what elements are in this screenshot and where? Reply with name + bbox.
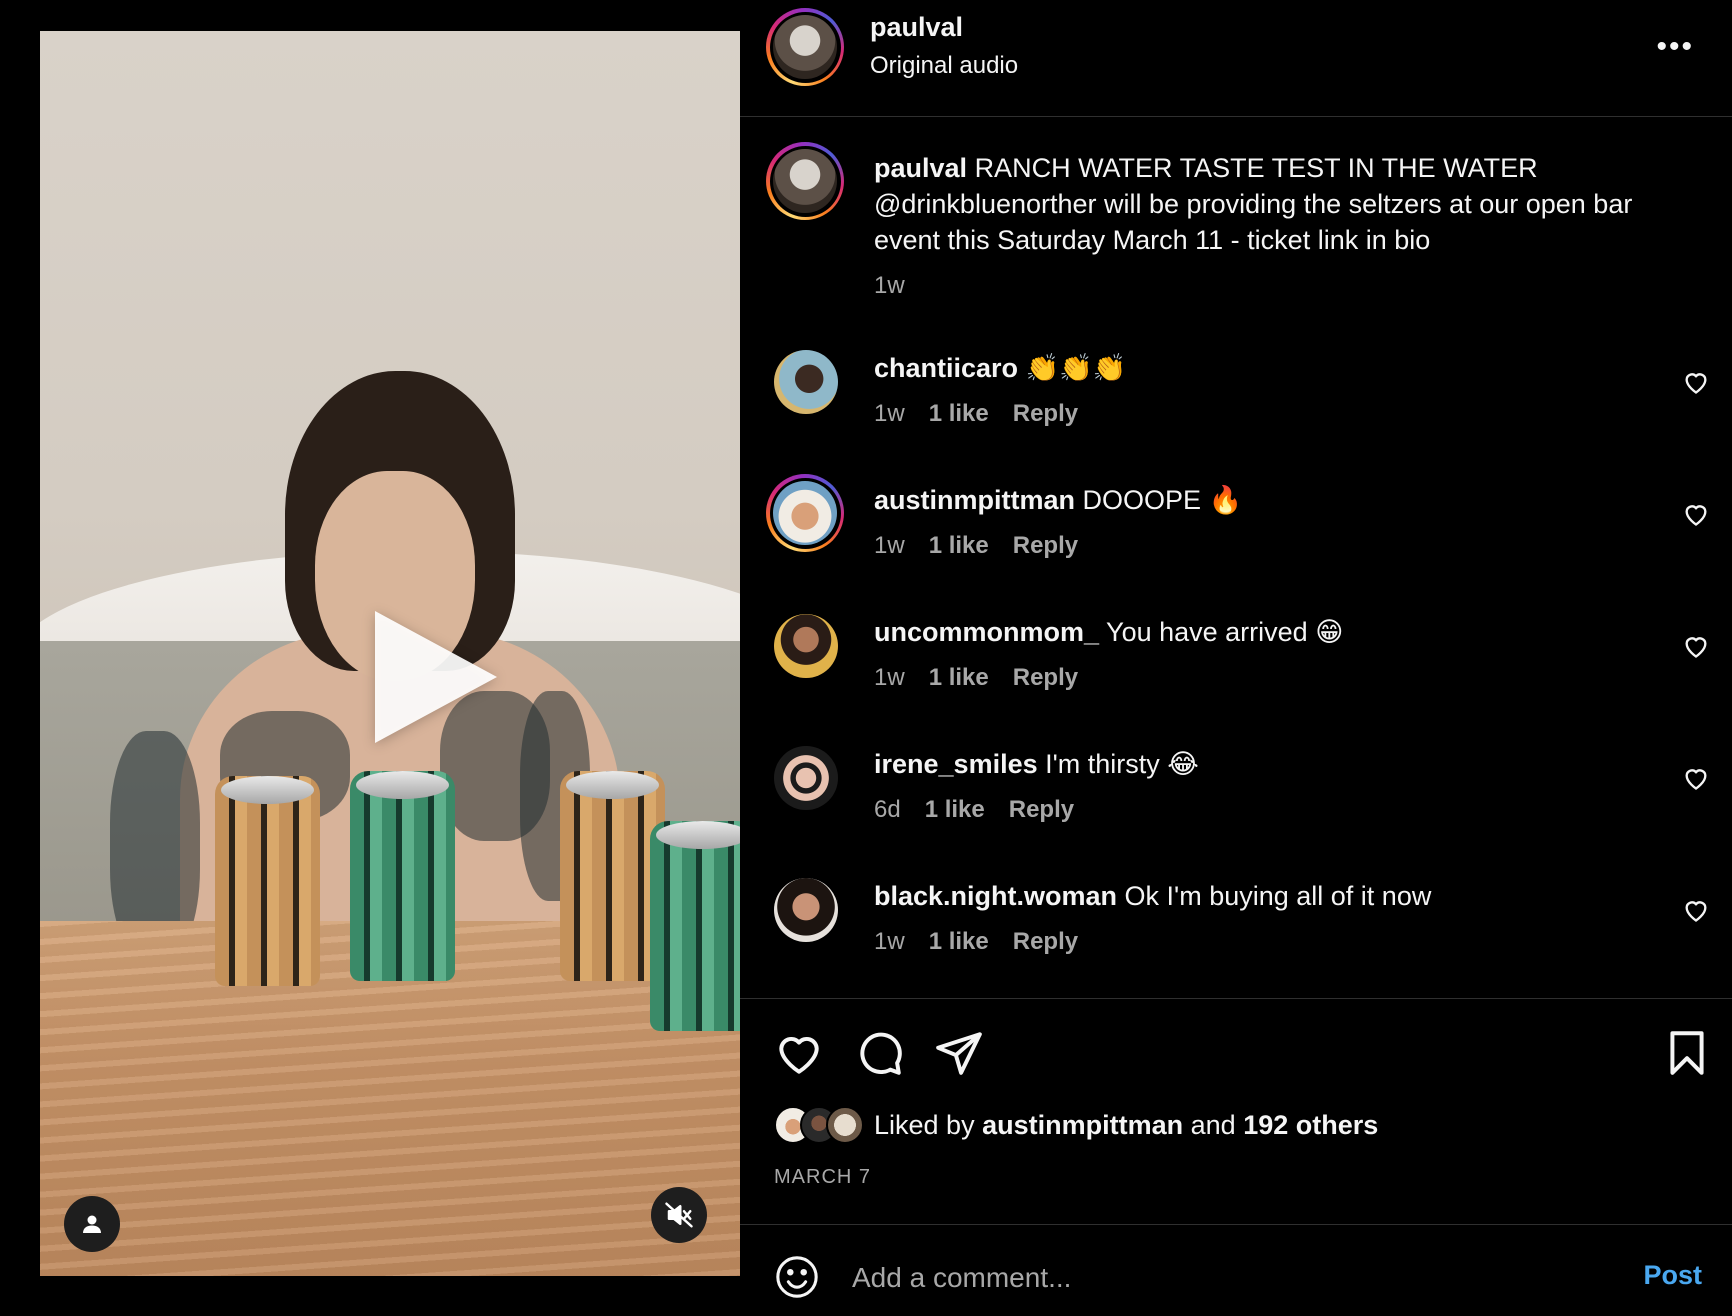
post-date[interactable]: MARCH 7	[774, 1166, 871, 1189]
divider	[740, 1224, 1732, 1225]
share-icon[interactable]	[934, 1028, 984, 1078]
comment-username[interactable]: austinmpittman	[874, 485, 1075, 515]
likes-summary[interactable]: Liked by austinmpittman and 192 others	[774, 1106, 1378, 1144]
beverage-can	[350, 771, 455, 981]
comment-icon[interactable]	[854, 1028, 904, 1078]
beverage-can	[215, 776, 320, 986]
commenter-avatar[interactable]	[774, 746, 838, 810]
comment-heart-icon[interactable]	[1682, 896, 1710, 924]
comment-likes[interactable]: 1 like	[925, 796, 985, 824]
caption-avatar-ring[interactable]	[766, 142, 844, 220]
beverage-can	[650, 821, 740, 1031]
comment-time[interactable]: 1w	[874, 532, 905, 560]
user-tag-icon[interactable]	[64, 1196, 120, 1252]
post-comment-button[interactable]: Post	[1643, 1260, 1702, 1291]
divider	[740, 998, 1732, 999]
liker-avatar	[826, 1106, 864, 1144]
comment-likes[interactable]: 1 like	[929, 928, 989, 956]
caption-text: RANCH WATER TASTE TEST IN THE WATER @dri…	[874, 153, 1633, 255]
reply-button[interactable]: Reply	[1013, 664, 1078, 692]
mute-icon[interactable]	[651, 1187, 707, 1243]
commenter-avatar-ring[interactable]	[766, 474, 844, 552]
reply-button[interactable]: Reply	[1009, 796, 1074, 824]
comment-likes[interactable]: 1 like	[929, 664, 989, 692]
audio-label[interactable]: Original audio	[870, 52, 1018, 80]
add-comment-input[interactable]	[852, 1256, 1552, 1300]
author-username[interactable]: paulval	[870, 12, 963, 43]
comment-username[interactable]: black.night.woman	[874, 881, 1117, 911]
likes-user[interactable]: austinmpittman	[982, 1110, 1183, 1140]
more-icon[interactable]: •••	[1656, 32, 1694, 62]
comment-item: uncommonmom_ You have arrived 😁 1w 1 lik…	[740, 614, 1732, 724]
comment-likes[interactable]: 1 like	[929, 400, 989, 428]
comment-time[interactable]: 1w	[874, 928, 905, 956]
comment-heart-icon[interactable]	[1682, 764, 1710, 792]
author-avatar	[773, 15, 837, 79]
reply-button[interactable]: Reply	[1013, 400, 1078, 428]
bookmark-icon[interactable]	[1662, 1028, 1712, 1078]
caption-avatar	[773, 149, 837, 213]
comment-heart-icon[interactable]	[1682, 632, 1710, 660]
comment-heart-icon[interactable]	[1682, 500, 1710, 528]
comment-time[interactable]: 1w	[874, 400, 905, 428]
caption-timestamp[interactable]: 1w	[874, 272, 905, 300]
heart-icon[interactable]	[774, 1028, 824, 1078]
post-detail-panel: paulval Original audio ••• paulval RANCH…	[740, 0, 1732, 1316]
likes-text: Liked by austinmpittman and 192 others	[874, 1110, 1378, 1141]
comment-text: 👏👏👏	[1025, 353, 1127, 383]
comment-heart-icon[interactable]	[1682, 368, 1710, 396]
comment-item: black.night.woman Ok I'm buying all of i…	[740, 878, 1732, 988]
comment-username[interactable]: irene_smiles	[874, 749, 1038, 779]
comment-likes[interactable]: 1 like	[929, 532, 989, 560]
post-video[interactable]	[40, 31, 740, 1276]
post-caption: paulval RANCH WATER TASTE TEST IN THE WA…	[874, 150, 1694, 258]
comment-text: I'm thirsty 😂	[1045, 749, 1199, 779]
likes-prefix: Liked by	[874, 1109, 975, 1140]
commenter-avatar[interactable]	[774, 614, 838, 678]
reply-button[interactable]: Reply	[1013, 928, 1078, 956]
divider	[740, 116, 1732, 117]
comment-username[interactable]: chantiicaro	[874, 353, 1018, 383]
comment-item: austinmpittman DOOOPE 🔥 1w 1 like Reply	[740, 474, 1732, 592]
comment-text: You have arrived 😁	[1106, 617, 1344, 647]
commenter-avatar[interactable]	[774, 878, 838, 942]
comment-time[interactable]: 6d	[874, 796, 901, 824]
play-icon[interactable]	[375, 611, 497, 743]
reply-button[interactable]: Reply	[1013, 532, 1078, 560]
comment-item: irene_smiles I'm thirsty 😂 6d 1 like Rep…	[740, 746, 1732, 856]
caption-username[interactable]: paulval	[874, 153, 967, 183]
commenter-avatar	[773, 481, 837, 545]
author-avatar-ring[interactable]	[766, 8, 844, 86]
comment-text: DOOOPE 🔥	[1082, 485, 1243, 515]
likes-middle: and	[1190, 1109, 1236, 1140]
commenter-avatar[interactable]	[774, 350, 838, 414]
comment-text: Ok I'm buying all of it now	[1124, 881, 1432, 911]
emoji-icon[interactable]	[774, 1254, 820, 1300]
comment-username[interactable]: uncommonmom_	[874, 617, 1099, 647]
comment-item: chantiicaro 👏👏👏 1w 1 like Reply	[740, 350, 1732, 460]
comment-time[interactable]: 1w	[874, 664, 905, 692]
likes-others[interactable]: 192 others	[1243, 1110, 1378, 1140]
